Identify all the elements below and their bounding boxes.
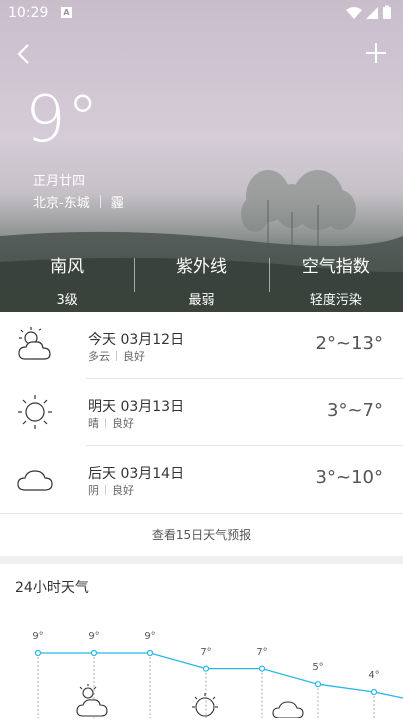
summary-uv[interactable]: 紫外线 最弱 (134, 244, 268, 308)
hourly-temp-label: 4° (368, 670, 380, 681)
forecast-weather: 晴 (88, 417, 99, 430)
summary-air-quality[interactable]: 空气指数 轻度污染 (268, 244, 403, 308)
forecast-weather: 多云 (88, 350, 110, 363)
hourly-temp-point (146, 649, 154, 657)
sun-icon (192, 693, 218, 717)
summary-value: 3级 (56, 293, 78, 308)
lunar-date: 正月廿四 (33, 174, 86, 189)
forecast-day: 明天 03月13日 (88, 399, 185, 415)
weather-hero: 10:29 A 9° 正月廿四 北京-东城 霾 南风 3级 紫外线 最弱 空气指… (0, 0, 403, 312)
forecast-row-today[interactable]: 今天 03月12日 多云 良好 2°~13° (0, 312, 403, 379)
hourly-temp-point (34, 649, 42, 657)
plus-icon (366, 43, 386, 63)
hourly-temp-label: 7° (256, 646, 268, 658)
hourly-temp-label: 9° (144, 631, 156, 642)
forecast-temp-range: 3°~7° (327, 400, 383, 421)
weather-summary: 南风 3级 紫外线 最弱 空气指数 轻度污染 (0, 244, 403, 308)
partly-cloudy-icon (18, 327, 51, 360)
view-15-day-forecast-button[interactable]: 查看15日天气预报 (0, 513, 403, 556)
battery-icon (383, 7, 391, 19)
section-divider (0, 556, 403, 564)
notification-icon: A (61, 7, 72, 18)
forecast-detail: 阴 良好 (88, 482, 134, 498)
location-line: 北京-东城 霾 (33, 192, 124, 211)
forecast-air: 良好 (123, 350, 145, 363)
summary-wind[interactable]: 南风 3级 (0, 244, 134, 308)
summary-title: 南风 (50, 257, 85, 277)
status-bar: 10:29 A (0, 0, 403, 28)
forecast-day: 后天 03月14日 (88, 466, 185, 482)
forecast-temp-range: 2°~13° (315, 333, 383, 354)
weather-condition: 霾 (110, 196, 124, 211)
forecast-detail: 多云 良好 (88, 348, 145, 364)
wifi-icon (346, 7, 362, 19)
summary-title: 空气指数 (301, 257, 370, 277)
summary-value: 轻度污染 (309, 293, 362, 308)
summary-value: 最弱 (188, 293, 215, 308)
cloud-icon (272, 701, 304, 719)
forecast-weather: 阴 (88, 484, 99, 497)
hourly-temp-point (370, 688, 378, 696)
forecast-row-tomorrow[interactable]: 明天 03月13日 晴 良好 3°~7° (0, 379, 403, 446)
location-divider (99, 195, 101, 208)
hourly-section-title: 24小时天气 (15, 580, 89, 596)
hourly-temp-label: 7° (200, 646, 212, 658)
hourly-temp-label: 5° (312, 662, 324, 674)
chevron-left-icon (17, 44, 29, 64)
forecast-temp-range: 3°~10° (315, 467, 383, 488)
add-city-button[interactable] (364, 40, 388, 66)
summary-title: 紫外线 (175, 257, 227, 277)
status-icons (345, 5, 395, 25)
hourly-temperature-chart (34, 649, 403, 719)
detail-divider (116, 351, 117, 361)
back-button[interactable] (12, 40, 38, 68)
forecast-air: 良好 (112, 417, 134, 430)
signal-icon (366, 7, 378, 19)
status-time: 10:29 (8, 5, 49, 21)
hourly-forecast-chart: 9° 9° 9° 7° 7° 5° 4° (0, 622, 403, 719)
current-temperature: 9° (25, 83, 100, 157)
hourly-temp-point (202, 665, 210, 672)
forecast-row-day-after[interactable]: 后天 03月14日 阴 良好 3°~10° (0, 446, 403, 513)
forecast-day: 今天 03月12日 (88, 332, 185, 348)
hourly-temp-point (314, 681, 322, 688)
hourly-temp-label: 9° (88, 631, 100, 642)
detail-divider (105, 485, 106, 495)
forecast-detail: 晴 良好 (88, 415, 134, 431)
location-name[interactable]: 北京-东城 (33, 192, 90, 211)
cloud-icon (17, 470, 53, 491)
forecast-air: 良好 (112, 484, 134, 497)
detail-divider (105, 418, 106, 428)
sun-icon (18, 395, 52, 429)
hourly-temp-point (90, 649, 98, 657)
partly-cloudy-icon (76, 684, 108, 717)
hourly-temp-label: 9° (32, 631, 44, 642)
hourly-temp-point (258, 665, 266, 672)
